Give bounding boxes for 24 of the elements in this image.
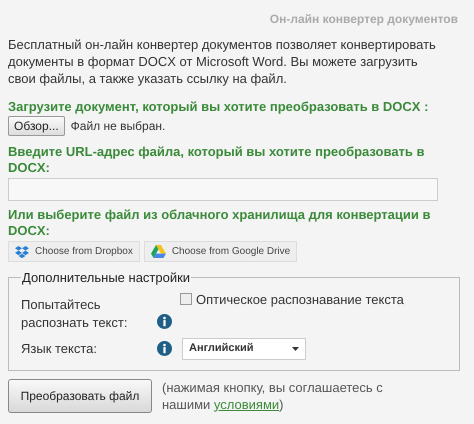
language-select[interactable]: Английский xyxy=(182,338,306,360)
google-drive-button[interactable]: Choose from Google Drive xyxy=(144,241,298,262)
info-icon[interactable] xyxy=(157,341,172,356)
upload-heading: Загрузите документ, который вы хотите преобразовать в DOCX : xyxy=(8,99,430,115)
intro-text: Бесплатный он-лайн конвертер документов позволяет конвертировать документы в формат DOCX от Microsoft Word. Вы можете загрузить свои файлы, а также указать ссылку на файл. xyxy=(8,36,437,87)
settings-legend: Дополнительные настройки xyxy=(21,268,192,288)
dropbox-icon xyxy=(15,246,29,258)
page-title: Он-лайн конвертер документов xyxy=(270,11,458,28)
terms-link[interactable]: условиями xyxy=(214,396,280,412)
browse-button[interactable]: Обзор... xyxy=(8,116,65,136)
ocr-label: Попытайтесь распознать текст: xyxy=(21,296,128,332)
info-icon[interactable] xyxy=(157,314,172,328)
dropdown-caret-icon xyxy=(292,346,299,350)
terms-note: (нажимая кнопку, вы соглашаетесь с нашими условиями) xyxy=(162,378,384,412)
convert-button[interactable]: Преобразовать файл xyxy=(8,378,152,412)
drive-icon xyxy=(150,245,166,258)
file-status: Файл не выбран. xyxy=(70,118,166,135)
language-label: Язык текста: xyxy=(21,340,98,358)
dropbox-button[interactable]: Choose from Dropbox xyxy=(8,241,140,262)
cloud-heading: Или выберите файл из облачного хранилища для конвертации в DOCX: xyxy=(8,207,432,239)
url-input-field[interactable] xyxy=(8,178,438,201)
url-heading: Введите URL-адрес файла, который вы хотите преобразовать в DOCX: xyxy=(8,144,426,176)
ocr-checkbox[interactable] xyxy=(180,293,192,306)
ocr-option-label: Оптическое распознавание текста xyxy=(196,290,404,309)
